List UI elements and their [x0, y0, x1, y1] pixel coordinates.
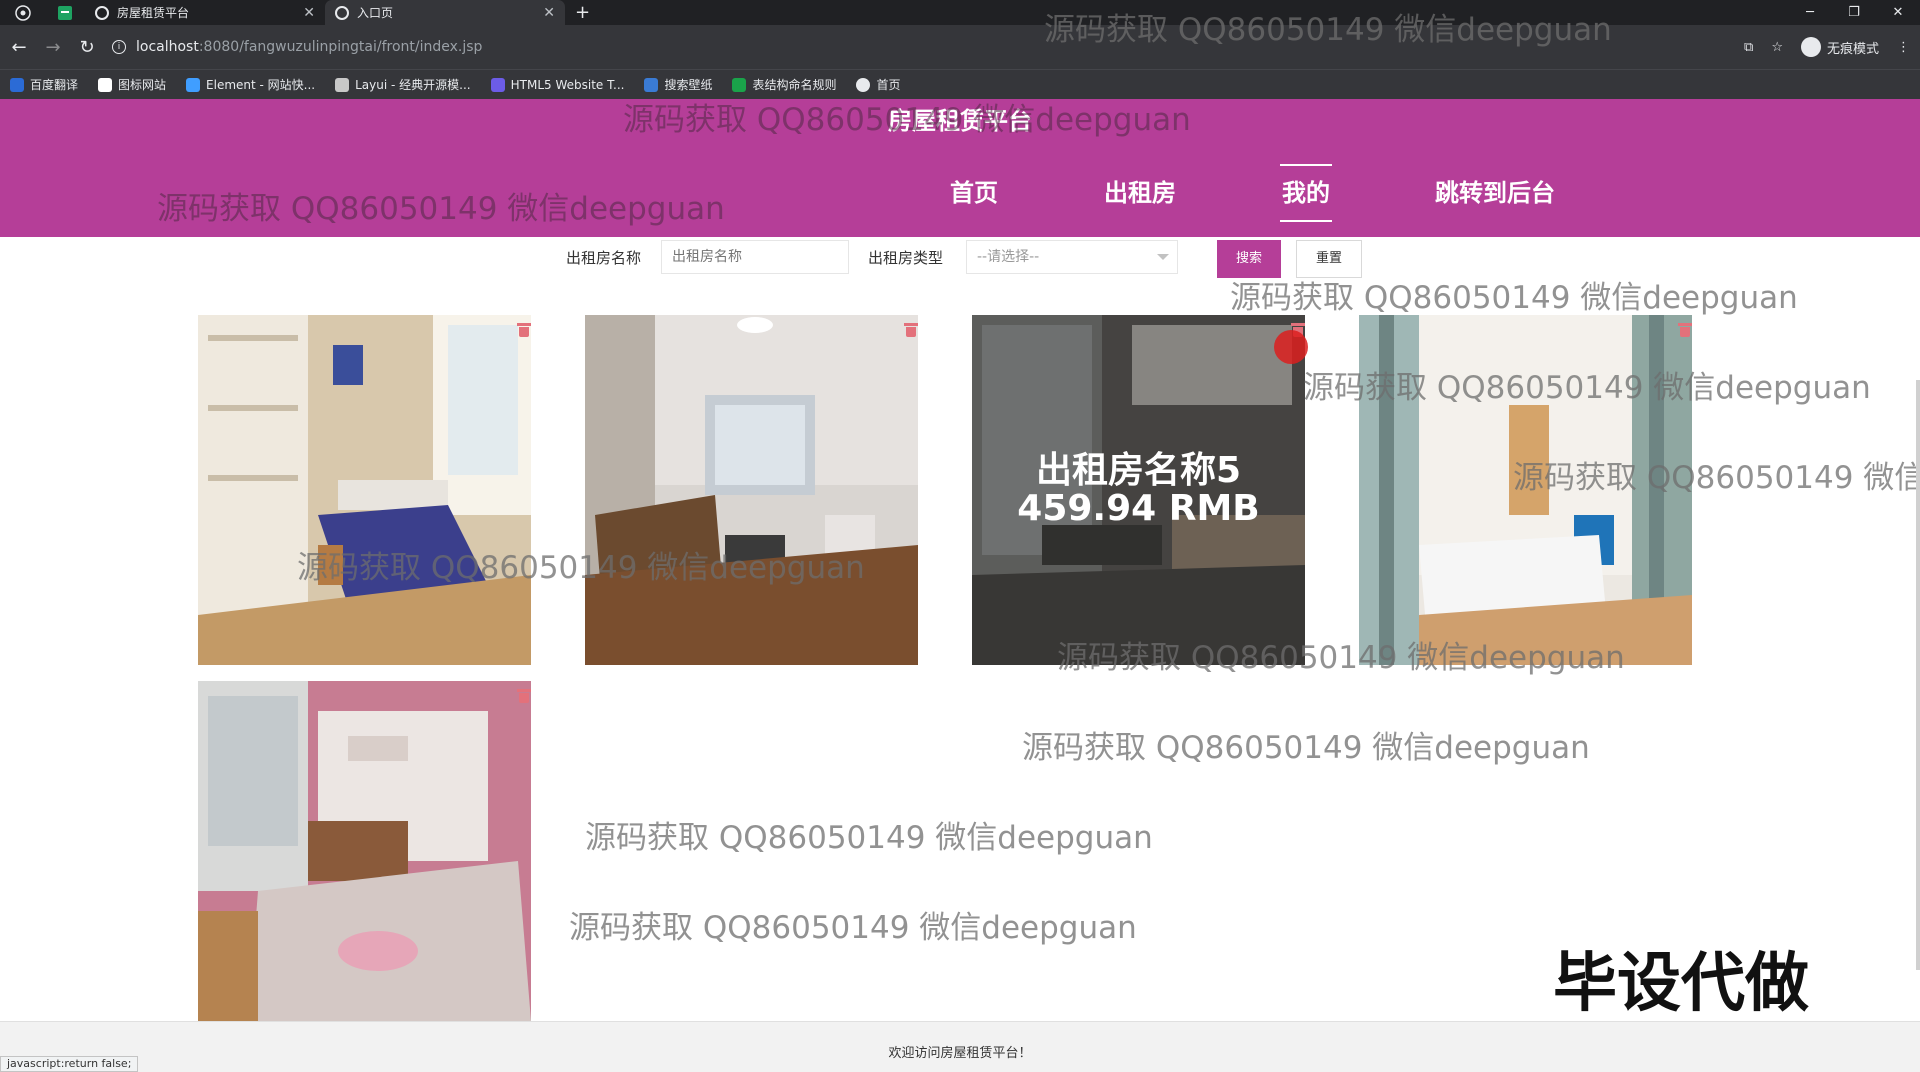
watermark: 源码获取 QQ86050149 微信deepguan	[569, 910, 1137, 946]
nav-item-home[interactable]: 首页	[928, 164, 1020, 222]
globe-icon	[95, 5, 109, 20]
type-label: 出租房类型	[868, 249, 944, 267]
footer-text: 欢迎访问房屋租赁平台！	[888, 1046, 1032, 1061]
more-menu-icon[interactable]: ⋮	[1897, 40, 1910, 55]
browser-menu-icon[interactable]	[0, 0, 45, 25]
mouse-cursor-indicator	[1274, 330, 1308, 364]
watermark: 源码获取 QQ86050149 微信deepguan	[297, 550, 865, 586]
bookmark-icon	[10, 77, 24, 92]
info-icon[interactable]: i	[112, 40, 126, 54]
watermark: 源码获取 QQ86050149 微信deepguan	[157, 191, 725, 227]
address-bar: ← → ↻ i localhost:8080/fangwuzulinpingta…	[0, 25, 1920, 69]
listing-card[interactable]	[198, 315, 531, 665]
globe-icon	[856, 77, 871, 92]
site-footer: 欢迎访问房屋租赁平台！	[0, 1021, 1920, 1072]
new-tab-icon[interactable]: +	[575, 2, 590, 23]
bookmark-item[interactable]: HTML5 Website T...	[490, 77, 625, 92]
reload-icon[interactable]: ↻	[72, 32, 102, 62]
translate-icon[interactable]: ⧉	[1744, 40, 1753, 55]
bookmark-label: 搜索壁纸	[664, 78, 713, 92]
bookmark-icon	[335, 77, 350, 92]
browser-tab-bar: 房屋租赁平台 ✕ 入口页 ✕ + ─ ❐ ✕	[0, 0, 1920, 25]
bookmark-label: 首页	[876, 78, 901, 92]
nav-item-rentals[interactable]: 出租房	[1094, 164, 1186, 222]
bookmark-item[interactable]: Element - 网站快...	[186, 76, 315, 93]
window-close-icon[interactable]: ✕	[1876, 0, 1920, 25]
watermark: 源码获取 QQ86050149 微信deepguan	[1022, 730, 1590, 766]
listing-card[interactable]: 出租房名称5 459.94 RMB	[972, 315, 1305, 665]
listing-name: 出租房名称5	[1035, 450, 1242, 491]
url-host: localhost	[136, 39, 199, 55]
minimize-icon[interactable]: ─	[1788, 0, 1832, 25]
bookmark-item[interactable]: 搜索壁纸	[644, 76, 712, 93]
delete-icon[interactable]	[517, 687, 531, 703]
restore-icon[interactable]: ❐	[1832, 0, 1876, 25]
search-form: 出租房名称 出租房类型 --请选择-- 搜索 重置	[0, 237, 1920, 278]
watermark: 源码获取 QQ86050149 微信deepguan	[623, 102, 1191, 138]
bookmark-label: 图标网站	[118, 78, 167, 92]
listing-price: 459.94 RMB	[1017, 488, 1260, 529]
browser-tab[interactable]: 房屋租赁平台 ✕	[85, 0, 325, 25]
listing-photo[interactable]	[585, 315, 918, 665]
bookmark-label: 百度翻译	[30, 78, 79, 92]
bookmark-item[interactable]: 表结构命名规则	[732, 76, 836, 93]
watermark: 源码获取 QQ86050149 微信deepguan	[585, 820, 1153, 856]
name-input[interactable]	[661, 240, 849, 274]
bookmark-label: Element - 网站快...	[206, 78, 316, 92]
incognito-icon	[1800, 37, 1821, 57]
bookmark-star-icon[interactable]: ☆	[1771, 40, 1783, 55]
bookmark-item[interactable]: 百度翻译	[10, 76, 78, 93]
bookmark-icon	[644, 77, 659, 92]
listing-hover-overlay: 出租房名称5 459.94 RMB	[972, 315, 1305, 665]
url-field[interactable]: i localhost:8080/fangwuzulinpingtai/fron…	[112, 39, 482, 55]
bookmark-label: Layui - 经典开源模...	[355, 78, 471, 92]
back-icon[interactable]: ←	[4, 32, 34, 62]
bookmark-icon	[490, 77, 505, 92]
bookmark-icon	[732, 77, 747, 92]
forward-icon[interactable]: →	[38, 32, 68, 62]
listing-card[interactable]	[585, 315, 918, 665]
stamp-text: 毕设代做	[1553, 947, 1809, 1021]
flag-icon	[98, 77, 113, 92]
bookmark-icon	[186, 77, 201, 92]
tab-title: 房屋租赁平台	[117, 6, 190, 20]
window-controls: ─ ❐ ✕	[1788, 0, 1920, 25]
url-path: :8080/fangwuzulinpingtai/front/index.jsp	[198, 39, 483, 55]
type-select-value: --请选择--	[977, 249, 1040, 265]
listing-photo[interactable]	[198, 315, 531, 665]
app-tab-icon[interactable]	[45, 0, 85, 25]
delete-icon[interactable]	[1678, 321, 1692, 337]
close-icon[interactable]: ✕	[543, 5, 555, 21]
bookmark-label: 表结构命名规则	[752, 78, 837, 92]
type-select[interactable]: --请选择--	[966, 240, 1178, 274]
watermark: 源码获取 QQ86050149 微信deepguan	[1057, 640, 1625, 676]
bookmark-item[interactable]: 首页	[856, 76, 901, 93]
nav-item-admin[interactable]: 跳转到后台	[1424, 164, 1566, 222]
watermark: 源码获取 QQ86050149 微信deepguan	[1230, 280, 1798, 316]
scrollbar-thumb[interactable]	[1916, 380, 1920, 970]
watermark: 源码获取 QQ86050149 微信deepguan	[1044, 12, 1612, 48]
listing-photo[interactable]	[198, 681, 531, 1021]
name-label: 出租房名称	[566, 249, 642, 267]
profile-button[interactable]: 无痕模式	[1800, 37, 1879, 57]
delete-icon[interactable]	[517, 321, 531, 337]
bookmark-label: HTML5 Website T...	[510, 77, 625, 92]
tab-title: 入口页	[357, 6, 394, 20]
delete-icon[interactable]	[904, 321, 918, 337]
watermark: 源码获取 QQ86050149 微信deepguan	[1513, 460, 1920, 496]
globe-icon	[335, 5, 349, 20]
chevron-down-icon	[1157, 254, 1169, 260]
bookmark-item[interactable]: Layui - 经典开源模...	[335, 76, 471, 93]
close-icon[interactable]: ✕	[303, 5, 315, 21]
listing-card[interactable]	[198, 681, 531, 1021]
browser-status-bar: javascript:return false;	[0, 1056, 139, 1072]
nav-item-mine[interactable]: 我的	[1280, 164, 1332, 222]
browser-tab-active[interactable]: 入口页 ✕	[325, 0, 565, 25]
watermark: 源码获取 QQ86050149 微信deepguan	[1303, 370, 1871, 406]
bookmark-item[interactable]: 图标网站	[98, 76, 166, 93]
profile-label: 无痕模式	[1826, 41, 1879, 57]
